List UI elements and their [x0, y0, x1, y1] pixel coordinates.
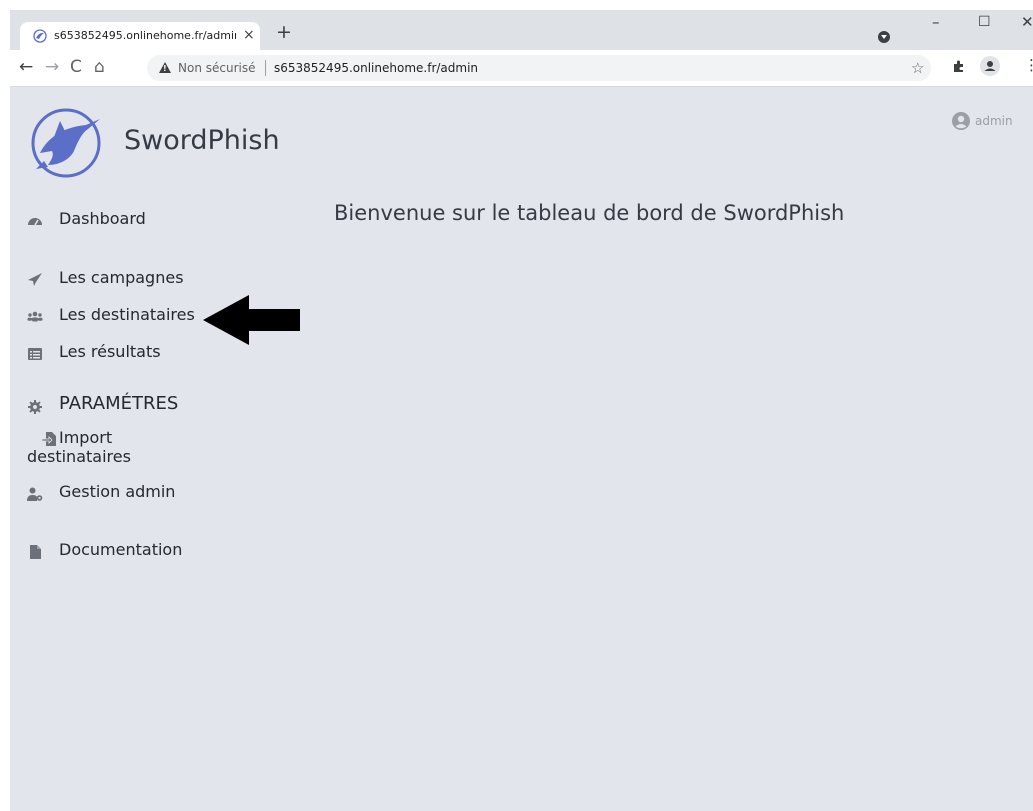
extensions-icon[interactable]	[952, 59, 966, 73]
address-separator	[265, 60, 266, 76]
warning-icon[interactable]	[159, 62, 171, 73]
person-icon	[984, 61, 996, 71]
admin-username: admin	[975, 114, 1013, 128]
sidebar-heading-label: PARAMÉTRES	[59, 393, 179, 414]
brand-title[interactable]: SwordPhish	[124, 125, 280, 156]
sidebar-item-label: Dashboard	[59, 209, 146, 228]
gear-icon	[28, 400, 42, 414]
file-icon	[30, 545, 41, 559]
user-circle-icon	[952, 112, 970, 130]
security-label[interactable]: Non sécurisé	[178, 61, 255, 75]
sidebar-item-label: Les campagnes	[59, 268, 184, 287]
reload-button[interactable]: C	[70, 58, 82, 76]
forward-button[interactable]: →	[45, 58, 59, 76]
tachometer-icon	[28, 218, 42, 226]
new-tab-button[interactable]: +	[276, 23, 292, 42]
maximize-button[interactable]: ☐	[978, 14, 991, 30]
home-button[interactable]: ⌂	[94, 58, 105, 76]
tab-bar: s653852495.onlinehome.fr/admin × + – ☐ ✕	[10, 10, 1033, 50]
swordphish-logo[interactable]	[30, 107, 102, 179]
users-icon	[27, 311, 43, 322]
sidebar-item-label: Les destinataires	[59, 305, 195, 324]
url-text[interactable]: s653852495.onlinehome.fr/admin	[274, 61, 478, 75]
sidebar-item-label: Import destinataires	[27, 428, 131, 466]
page-title: Bienvenue sur le tableau de bord de Swor…	[334, 201, 845, 225]
browser-window: s653852495.onlinehome.fr/admin × + – ☐ ✕…	[10, 10, 1033, 811]
sidebar-item-label: Les résultats	[59, 342, 161, 361]
paper-plane-icon	[28, 273, 42, 286]
sidebar-item-import-destinataires[interactable]: Import destinataires	[27, 428, 187, 468]
user-gear-icon	[27, 487, 43, 501]
tab-title: s653852495.onlinehome.fr/admin	[54, 29, 236, 42]
sidebar-item-label: Gestion admin	[59, 482, 176, 501]
swordphish-favicon-icon	[33, 29, 47, 43]
back-button[interactable]: ←	[19, 58, 33, 76]
browser-tab[interactable]: s653852495.onlinehome.fr/admin ×	[20, 22, 260, 50]
sidebar-item-label: Documentation	[59, 540, 183, 559]
minimize-button[interactable]: –	[932, 14, 940, 30]
close-window-button[interactable]: ✕	[1021, 14, 1033, 30]
sidebar-item-label-line2: destinataires	[27, 447, 131, 466]
browser-toolbar: ← → C ⌂ Non sécurisé s653852495.onlineho…	[10, 50, 1033, 87]
black-arrow-icon	[203, 295, 300, 345]
sidebar-item-label-line1: Import	[59, 428, 113, 447]
bookmark-star-icon[interactable]: ☆	[911, 59, 924, 77]
address-bar[interactable]: Non sécurisé s653852495.onlinehome.fr/ad…	[147, 55, 931, 81]
profile-avatar[interactable]	[980, 56, 1000, 76]
list-alt-icon	[28, 348, 42, 360]
tab-search-icon[interactable]	[878, 31, 890, 43]
tab-close-icon[interactable]: ×	[243, 27, 255, 43]
page-content: SwordPhish admin Bienvenue sur le tablea…	[10, 87, 1033, 811]
browser-menu-button[interactable]: ⋮	[1024, 56, 1033, 74]
